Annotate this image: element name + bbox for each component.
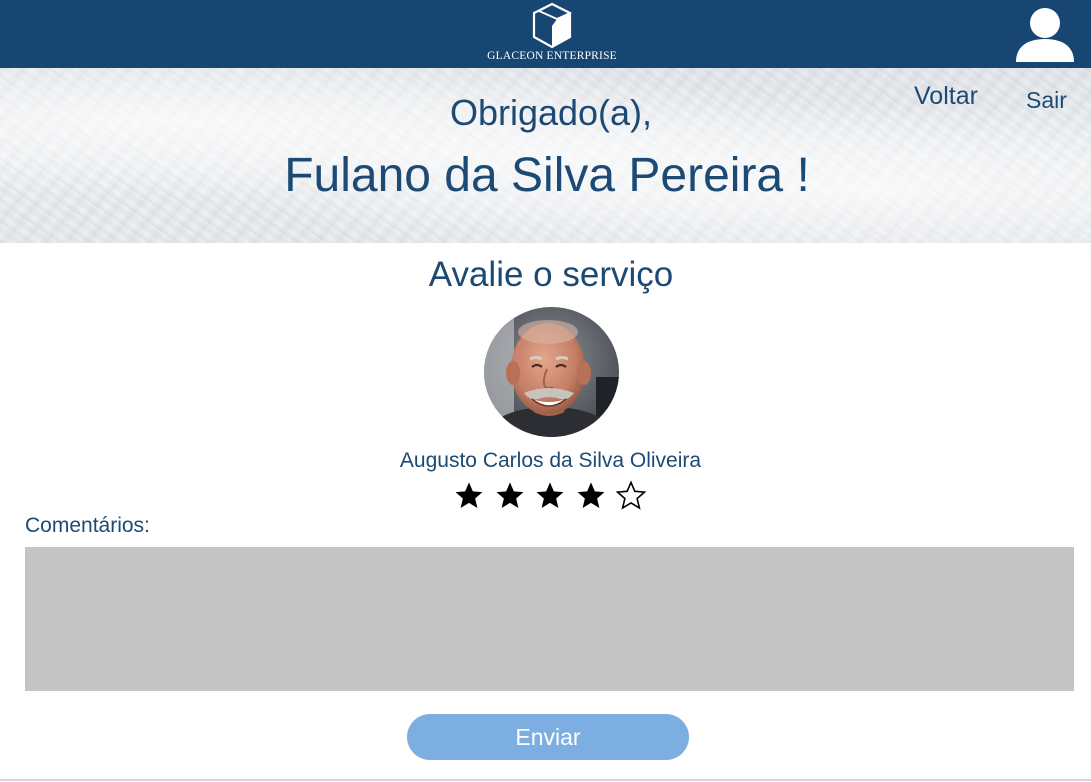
logout-link[interactable]: Sair xyxy=(1026,87,1067,114)
star-icon-filled[interactable] xyxy=(575,480,607,512)
brand-logo: GLACEON ENTERPRISE xyxy=(479,0,625,68)
star-icon-empty[interactable] xyxy=(615,480,647,512)
provider-name: Augusto Carlos da Silva Oliveira xyxy=(399,449,702,472)
comments-label: Comentários: xyxy=(25,514,150,537)
send-button[interactable]: Enviar xyxy=(407,714,689,760)
user-icon[interactable] xyxy=(1014,4,1076,64)
provider-avatar xyxy=(484,307,619,437)
hero-banner: Obrigado(a), Fulano da Silva Pereira ! V… xyxy=(0,68,1091,243)
star-icon-filled[interactable] xyxy=(534,480,566,512)
brand-name: GLACEON ENTERPRISE xyxy=(487,50,617,62)
back-link[interactable]: Voltar xyxy=(914,82,978,111)
star-icon-filled[interactable] xyxy=(453,480,485,512)
star-rating[interactable] xyxy=(453,480,656,512)
star-icon-filled[interactable] xyxy=(494,480,526,512)
comments-field[interactable] xyxy=(25,547,1074,691)
rating-title: Avalie o serviço xyxy=(428,255,674,294)
cube-icon xyxy=(532,2,573,49)
customer-name: Fulano da Silva Pereira ! xyxy=(284,149,810,202)
divider xyxy=(0,779,1091,781)
top-bar: GLACEON ENTERPRISE xyxy=(0,0,1091,68)
